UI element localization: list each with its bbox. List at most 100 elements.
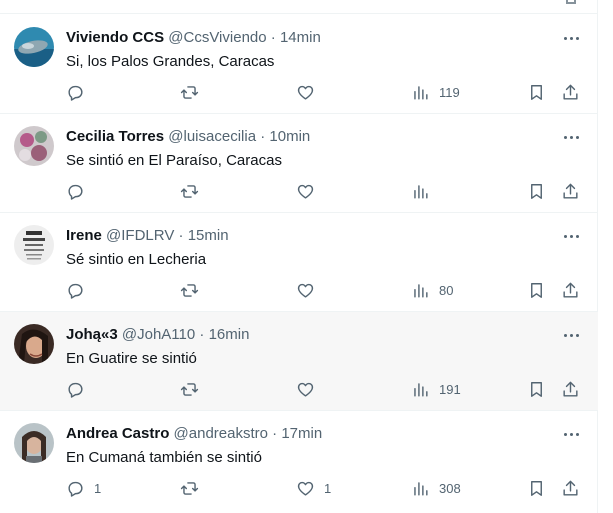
display-name[interactable]: Johą«3 bbox=[66, 326, 118, 343]
timestamp[interactable]: 14min bbox=[280, 29, 321, 46]
retweet-icon bbox=[180, 481, 199, 495]
like-button[interactable] bbox=[296, 180, 324, 202]
share-icon bbox=[563, 84, 578, 100]
reply-icon bbox=[68, 283, 83, 299]
bookmark-button[interactable] bbox=[527, 477, 546, 499]
like-button[interactable] bbox=[296, 81, 324, 103]
reply-count: 1 bbox=[94, 480, 102, 496]
tweet-reply[interactable]: Viviendo CCS @CcsViviendo · 14min Si, lo… bbox=[0, 15, 598, 114]
reply-icon bbox=[68, 85, 83, 101]
timestamp[interactable]: 17min bbox=[281, 425, 322, 442]
display-name[interactable]: Viviendo CCS bbox=[66, 29, 164, 46]
retweet-icon bbox=[180, 283, 199, 297]
tweet-reply[interactable]: Andrea Castro @andreakstro · 17min En Cu… bbox=[0, 411, 598, 513]
reply-button[interactable] bbox=[66, 81, 94, 103]
more-dots-icon[interactable] bbox=[561, 29, 581, 47]
views-count: 119 bbox=[439, 84, 460, 100]
share-icon bbox=[563, 381, 578, 397]
avatar[interactable] bbox=[14, 324, 54, 364]
share-button[interactable] bbox=[561, 180, 580, 202]
like-button[interactable]: 1 bbox=[296, 477, 331, 499]
display-name[interactable]: Andrea Castro bbox=[66, 425, 169, 442]
bookmark-button[interactable] bbox=[527, 81, 546, 103]
reply-icon bbox=[68, 184, 83, 200]
share-icon bbox=[563, 480, 578, 496]
tweet-actions: 1 1 308 bbox=[0, 477, 598, 499]
tweet-reply[interactable]: Irene @IFDLRV · 15min Sé sintio en Leche… bbox=[0, 213, 598, 312]
views-count: 191 bbox=[439, 381, 461, 397]
bookmark-icon bbox=[531, 282, 542, 298]
avatar[interactable] bbox=[14, 225, 54, 265]
views-chart-icon bbox=[414, 481, 428, 496]
heart-icon bbox=[297, 85, 314, 100]
like-button[interactable] bbox=[296, 279, 324, 301]
retweet-button[interactable] bbox=[180, 180, 208, 202]
reply-button[interactable] bbox=[66, 180, 94, 202]
separator-dot: · bbox=[199, 326, 205, 343]
tweet-reply[interactable]: Cecilia Torres @luisacecilia · 10min Se … bbox=[0, 114, 598, 213]
tweet-text: En Guatire se sintió bbox=[66, 350, 197, 367]
tweet-header: Johą«3 @JohA110 · 16min bbox=[66, 325, 249, 345]
views-button[interactable]: 119 bbox=[411, 81, 460, 103]
avatar[interactable] bbox=[14, 27, 54, 67]
reply-button[interactable] bbox=[66, 279, 94, 301]
timestamp[interactable]: 15min bbox=[188, 227, 229, 244]
more-dots-icon[interactable] bbox=[561, 227, 581, 245]
tweet-text: En Cumaná también se sintió bbox=[66, 449, 262, 466]
retweet-icon bbox=[180, 85, 199, 99]
views-count: 308 bbox=[439, 480, 461, 496]
share-button[interactable] bbox=[561, 477, 580, 499]
more-dots-icon[interactable] bbox=[561, 425, 581, 443]
tweet-actions: 119 bbox=[0, 81, 598, 103]
views-button[interactable]: 308 bbox=[411, 477, 461, 499]
heart-icon bbox=[297, 184, 314, 199]
views-button[interactable]: 80 bbox=[411, 279, 453, 301]
tweet-actions bbox=[0, 180, 598, 202]
avatar[interactable] bbox=[14, 126, 54, 166]
retweet-icon bbox=[180, 184, 199, 198]
bookmark-button[interactable] bbox=[527, 378, 546, 400]
more-dots-icon[interactable] bbox=[561, 128, 581, 146]
views-button[interactable]: 191 bbox=[411, 378, 461, 400]
retweet-button[interactable] bbox=[180, 81, 208, 103]
share-button[interactable] bbox=[561, 81, 580, 103]
display-name[interactable]: Irene bbox=[66, 227, 102, 244]
bookmark-button[interactable] bbox=[527, 180, 546, 202]
views-chart-icon bbox=[414, 184, 428, 199]
bookmark-icon bbox=[531, 480, 542, 496]
tweet-header: Irene @IFDLRV · 15min bbox=[66, 226, 229, 246]
share-button[interactable] bbox=[561, 279, 580, 301]
like-count: 1 bbox=[324, 480, 332, 496]
views-button[interactable] bbox=[411, 180, 439, 202]
previous-share-icon-edge[interactable] bbox=[566, 0, 576, 4]
reply-button[interactable] bbox=[66, 378, 94, 400]
user-handle[interactable]: @luisacecilia bbox=[168, 128, 256, 145]
views-chart-icon bbox=[414, 382, 428, 397]
timestamp[interactable]: 16min bbox=[209, 326, 250, 343]
user-handle[interactable]: @JohA110 bbox=[122, 326, 195, 343]
more-dots-icon[interactable] bbox=[561, 326, 581, 344]
like-button[interactable] bbox=[296, 378, 324, 400]
views-count: 80 bbox=[439, 282, 454, 298]
user-handle[interactable]: @IFDLRV bbox=[106, 227, 174, 244]
bookmark-icon bbox=[531, 381, 542, 397]
tweet-actions: 191 bbox=[0, 378, 598, 400]
heart-icon bbox=[297, 481, 314, 496]
timestamp[interactable]: 10min bbox=[269, 128, 310, 145]
tweet-header: Andrea Castro @andreakstro · 17min bbox=[66, 424, 322, 444]
user-handle[interactable]: @CcsViviendo bbox=[168, 29, 266, 46]
user-handle[interactable]: @andreakstro bbox=[174, 425, 268, 442]
views-chart-icon bbox=[414, 85, 428, 100]
tweet-reply[interactable]: Johą«3 @JohA110 · 16min En Guatire se si… bbox=[0, 312, 598, 411]
reply-feed: Viviendo CCS @CcsViviendo · 14min Si, lo… bbox=[0, 0, 598, 513]
avatar[interactable] bbox=[14, 423, 54, 463]
bookmark-button[interactable] bbox=[527, 279, 546, 301]
reply-button[interactable]: 1 bbox=[66, 477, 101, 499]
share-button[interactable] bbox=[561, 378, 580, 400]
retweet-button[interactable] bbox=[180, 477, 208, 499]
retweet-button[interactable] bbox=[180, 279, 208, 301]
retweet-button[interactable] bbox=[180, 378, 208, 400]
separator-dot: · bbox=[260, 128, 266, 145]
display-name[interactable]: Cecilia Torres bbox=[66, 128, 164, 145]
heart-icon bbox=[297, 382, 314, 397]
